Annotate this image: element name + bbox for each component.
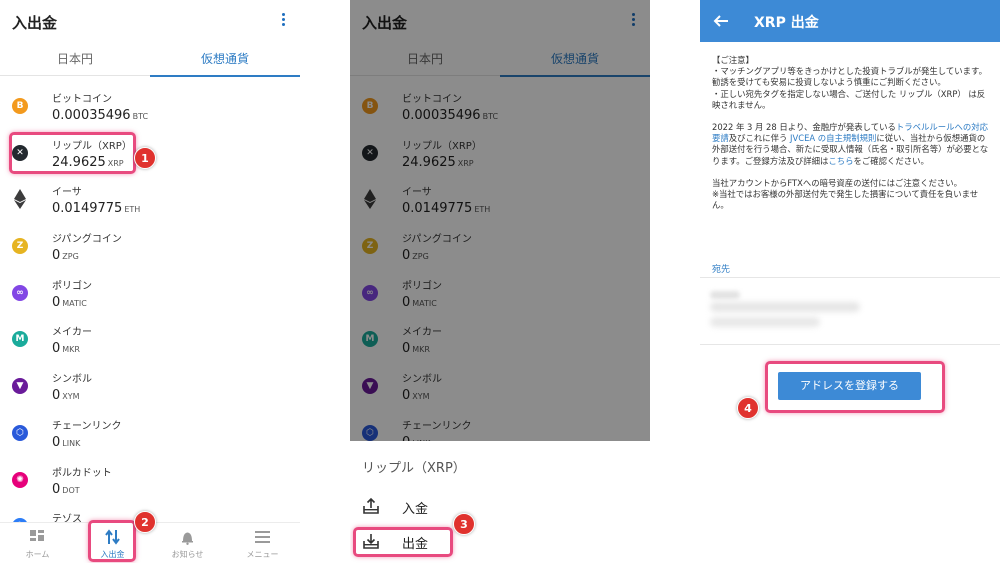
nav-notifications[interactable]: お知らせ [150,523,225,563]
polygon-icon: ∞ [12,284,28,301]
coin-unit: XYM [62,392,80,402]
coin-row[interactable]: M メイカー 0 MKR [0,317,300,364]
coin-unit: DOT [62,485,80,495]
coin-amount: 0 [52,434,61,450]
home-grid-icon [30,530,44,541]
details-link[interactable]: こちら [828,156,853,166]
jvcea-rules-link[interactable]: JVCEA の自主規制規則 [790,133,876,143]
more-options-icon[interactable] [280,13,286,29]
notice-travel-rule-text-4: をご確認ください。 [853,155,929,166]
highlight-withdraw-option [353,527,453,557]
destination-label: 宛先 [712,265,731,275]
coin-row[interactable]: B ビットコイン 0.00035496 BTC [0,84,300,131]
coin-row[interactable]: Z ジパングコイン 0 ZPG [0,224,300,271]
coin-row[interactable]: ▼ シンボル 0 XYM [0,364,300,411]
highlight-register-button [765,361,945,413]
step-badge-4: 4 [737,397,759,419]
coin-name: チェーンリンク [52,420,122,432]
app-header: 入出金 [0,0,300,44]
coin-row[interactable]: ⬡チェーンリンク0LINK [0,411,300,458]
coin-unit: ETH [124,205,141,215]
coin-unit: MATIC [62,298,87,308]
coin-amount: 0 [52,341,61,357]
coin-balance: 0 XYM [52,384,80,403]
coin-name: イーサ [52,187,82,199]
action-sheet-title: リップル（XRP） [362,461,466,476]
coin-amount: 0 [52,388,61,404]
coin-balance: 0 ZPG [52,244,79,263]
deposit-option[interactable]: 入金 [350,491,650,521]
chainlink-icon: ⬡ [12,424,28,441]
coin-balance: 0.00035496 BTC [52,104,148,123]
coin-amount: 0.00035496 [52,108,131,123]
deposit-tray-icon [363,497,379,514]
coin-row[interactable]: ✺ ポルカドット 0 DOT [0,458,300,505]
coin-balance: 0LINK [52,431,80,450]
nav-home-label: ホーム [25,550,50,559]
blurred-destination-label [710,291,740,299]
notice-travel-rule: 2022 年 3 月 28 日より、金融庁が発表しているトラベルルールへの対応要… [712,122,990,167]
notice-travel-rule-text-1: 2022 年 3 月 28 日より、金融庁が発表している [712,122,896,133]
divider [700,344,1000,345]
coin-name: シンボル [52,374,92,386]
menu-icon [255,531,270,543]
bell-icon [182,532,193,545]
coin-unit: MKR [62,345,80,355]
tab-jpy[interactable]: 日本円 [0,44,150,76]
coin-name: ビットコイン [52,94,112,105]
coin-unit: ZPG [62,252,79,262]
blurred-destination-address [710,302,860,312]
nav-notifications-label: お知らせ [171,550,204,559]
dim-overlay[interactable] [350,0,650,441]
page-title: 入出金 [12,14,58,32]
divider [700,277,1000,278]
symbol-icon: ▼ [12,378,28,395]
coin-balance: 0.0149775 ETH [52,197,140,216]
coin-row[interactable]: イーサ 0.0149775 ETH [0,177,300,224]
highlight-xrp-row [9,132,136,174]
coin-amount: 0 [52,248,61,264]
coin-balance: 0 DOT [52,478,80,497]
coin-name: メイカー [52,327,92,339]
coin-amount: 0 [52,481,61,497]
coin-balance: 0 MKR [52,337,80,356]
blurred-destination-tag [710,317,820,327]
step-badge-2: 2 [134,511,156,533]
zipangcoin-icon: Z [12,238,28,255]
nav-menu-label: メニュー [246,550,279,559]
notice-travel-rule-text-2: 及びこれに伴う [728,133,791,144]
bitcoin-icon: B [12,98,28,114]
notice-text: 【ご注意】 ・マッチングアプリ等をきっかけとした投資トラブルが発生しています。勧… [712,55,990,222]
coin-unit: LINK [62,438,81,448]
coin-amount: 0.0149775 [52,201,123,217]
ethereum-icon [14,189,26,210]
tab-crypto[interactable]: 仮想通貨 [150,44,300,77]
nav-menu[interactable]: メニュー [225,523,300,563]
screen-action-sheet: 入出金 日本円 仮想通貨 B ビットコイン 0.00035496 BTC ✕ リップル（X… [350,0,650,563]
notice-ftx: 当社アカウントからFTXへの暗号資産の送付にはご注意ください。 ※当社ではお客様… [712,177,979,211]
screen-xrp-withdraw: XRP 出金 【ご注意】 ・マッチングアプリ等をきっかけとした投資トラブルが発生… [700,0,1000,563]
step-badge-3: 3 [453,513,475,535]
page-title: XRP 出金 [754,15,819,31]
deposit-label: 入金 [402,502,429,517]
coin-name: ジパングコイン [52,234,122,246]
maker-icon: M [12,331,28,348]
step-badge-1: 1 [134,147,156,169]
coin-row[interactable]: ∞ ポリゴン 0 MATIC [0,271,300,318]
app-header: XRP 出金 [700,0,1000,42]
coin-unit: BTC [132,112,149,121]
coin-balance: 0 MATIC [52,291,87,310]
coin-name: ポルカドット [52,467,112,479]
polkadot-icon: ✺ [12,471,28,488]
back-arrow-icon[interactable] [712,12,730,30]
coin-amount: 0 [52,294,61,310]
nav-home[interactable]: ホーム [0,523,75,563]
currency-tabs: 日本円 仮想通貨 [0,44,300,77]
screen-deposit-withdraw-list: 入出金 日本円 仮想通貨 B ビットコイン 0.00035496 BTC ✕ リップル（X… [0,0,300,563]
coin-name: ポリゴン [52,280,92,292]
highlight-nav-deposit-withdraw [88,520,136,562]
notice-caution: 【ご注意】 ・マッチングアプリ等をきっかけとした投資トラブルが発生しています。勧… [712,55,987,110]
